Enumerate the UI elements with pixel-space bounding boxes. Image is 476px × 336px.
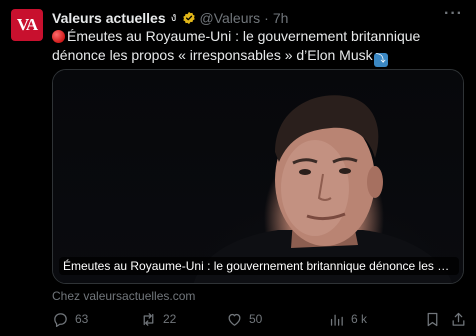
red-circle-icon bbox=[52, 30, 65, 43]
views-icon bbox=[330, 314, 343, 326]
separator-dot: · bbox=[264, 9, 269, 26]
portrait-illustration bbox=[193, 95, 453, 283]
tweet-body: Émeutes au Royaume-Uni : le gouvernement… bbox=[52, 28, 421, 63]
link-card[interactable]: Émeutes au Royaume-Uni : le gouvernement… bbox=[52, 69, 464, 284]
avatar[interactable]: VA bbox=[11, 9, 43, 41]
action-bar: 63 22 50 6 k bbox=[52, 310, 467, 328]
name-emoji: ง bbox=[170, 10, 177, 24]
bookmark-button[interactable] bbox=[424, 310, 441, 328]
more-icon[interactable]: ··· bbox=[444, 5, 463, 23]
verified-icon[interactable] bbox=[182, 11, 196, 25]
reply-icon bbox=[54, 312, 67, 327]
share-icon bbox=[452, 312, 465, 326]
timestamp[interactable]: 7h bbox=[273, 10, 289, 26]
card-source[interactable]: Chez valeursactuelles.com bbox=[52, 289, 195, 303]
reply-button[interactable]: 63 bbox=[52, 310, 88, 328]
like-count: 50 bbox=[249, 312, 263, 326]
views-button[interactable]: 6 k bbox=[328, 310, 367, 328]
tweet[interactable]: VA Valeurs actuelles ง @Valeurs · 7h ···… bbox=[0, 0, 476, 336]
avatar-logo: VA bbox=[16, 15, 38, 34]
author-handle[interactable]: @Valeurs bbox=[200, 10, 261, 26]
repost-button[interactable]: 22 bbox=[140, 310, 176, 328]
author-name[interactable]: Valeurs actuelles bbox=[52, 10, 166, 26]
reply-count: 63 bbox=[75, 312, 89, 326]
card-caption: Émeutes au Royaume-Uni : le gouvernement… bbox=[59, 257, 459, 275]
repost-icon bbox=[143, 312, 154, 326]
like-button[interactable]: 50 bbox=[226, 310, 262, 328]
tweet-header: Valeurs actuelles ง @Valeurs · 7h bbox=[52, 8, 288, 27]
share-button[interactable] bbox=[450, 310, 467, 328]
like-icon bbox=[228, 313, 241, 326]
tweet-text: Émeutes au Royaume-Uni : le gouvernement… bbox=[52, 27, 462, 67]
repost-count: 22 bbox=[163, 312, 177, 326]
card-photo bbox=[53, 70, 463, 283]
arrow-down-icon: ⤵ bbox=[373, 52, 388, 67]
views-count: 6 k bbox=[351, 312, 368, 326]
bookmark-icon bbox=[427, 312, 438, 326]
